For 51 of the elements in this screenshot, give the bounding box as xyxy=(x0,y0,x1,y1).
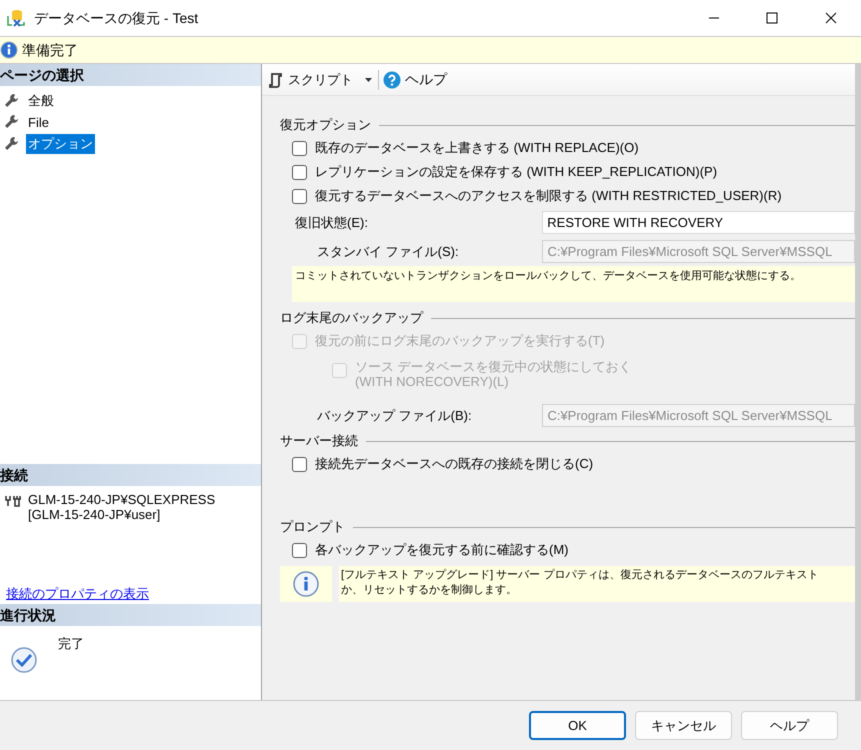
plug-icon xyxy=(4,494,22,508)
connection-properties-link[interactable]: 接続のプロパティの表示 xyxy=(0,584,149,604)
info-text: [フルテキスト アップグレード] サーバー プロパティは、復元されるデータベースのフルテキスト xyxy=(341,568,820,583)
wrench-icon xyxy=(4,92,20,109)
check-icon xyxy=(10,646,38,674)
page-item[interactable]: 全般 xyxy=(26,91,56,110)
checkbox-label: 接続先データベースへの既存の接続を閉じる(C) xyxy=(315,455,594,474)
field-label: バックアップ ファイル(B): xyxy=(316,406,473,425)
checkbox-label: 復元の前にログ末尾のバックアップを実行する(T) xyxy=(315,332,605,350)
group-heading: サーバー接続 xyxy=(280,432,358,450)
checkbox-label: 各バックアップを復元する前に確認する(M) xyxy=(315,541,568,560)
status-text: 準備完了 xyxy=(22,40,78,60)
dialog-button[interactable]: キャンセル xyxy=(635,711,732,740)
dropdown[interactable]: RESTORE WITH RECOVERY xyxy=(542,211,855,234)
progress-status: 完了 xyxy=(58,635,84,653)
checkbox[interactable] xyxy=(292,140,307,156)
checkbox[interactable] xyxy=(292,542,307,558)
checkbox[interactable] xyxy=(292,188,307,204)
connection-text: [GLM-15-240-JP¥user] xyxy=(28,507,162,522)
checkbox[interactable] xyxy=(292,164,307,180)
info-icon xyxy=(0,41,18,59)
app-icon xyxy=(6,8,26,28)
field-label: スタンバイ ファイル(S): xyxy=(316,242,460,261)
section-header: 接続 xyxy=(0,464,261,486)
window-title: データベースの復元 - Test xyxy=(34,8,198,28)
dialog-button[interactable]: ヘルプ xyxy=(741,711,838,740)
info-icon xyxy=(280,566,332,602)
info-text: か、リセットするかを制御します。 xyxy=(341,583,518,598)
group-heading: プロンプト xyxy=(280,518,345,536)
script-button[interactable]: スクリプト xyxy=(266,70,355,90)
page-item[interactable]: File xyxy=(26,112,51,132)
checkbox-label: 既存のデータベースを上書きする (WITH REPLACE)(O) xyxy=(315,139,639,158)
group-heading: ログ末尾のバックアップ xyxy=(280,309,423,328)
help-button[interactable]: ヘルプ xyxy=(383,69,447,90)
section-header: 進行状況 xyxy=(0,604,261,626)
checkbox-label: 復元するデータベースへのアクセスを制限する (WITH RESTRICTED_USER)(R) xyxy=(315,187,782,206)
connection-text: GLM-15-240-JP¥SQLEXPRESS xyxy=(28,492,216,507)
caret-icon[interactable] xyxy=(365,78,372,82)
scroll-icon xyxy=(268,72,284,88)
dialog-button[interactable]: OK xyxy=(529,711,626,740)
checkbox-label: ソース データベースを復元中の状態にしておく (WITH NORECOVERY)(L) xyxy=(355,359,632,389)
description-text: コミットされていないトランザクションをロールバックして、データベースを使用可能な状態にする。 xyxy=(292,266,855,302)
wrench-icon xyxy=(4,136,20,152)
help-icon xyxy=(383,70,401,88)
checkbox[interactable] xyxy=(292,456,307,472)
section-header: ページの選択 xyxy=(0,64,261,86)
group-heading: 復元オプション xyxy=(280,116,371,134)
checkbox-label: レプリケーションの設定を保存する (WITH KEEP_REPLICATION)(P) xyxy=(315,163,718,182)
field-label: 復旧状態(E): xyxy=(294,214,369,232)
page-item[interactable]: オプション xyxy=(26,134,95,154)
wrench-icon xyxy=(4,114,20,130)
